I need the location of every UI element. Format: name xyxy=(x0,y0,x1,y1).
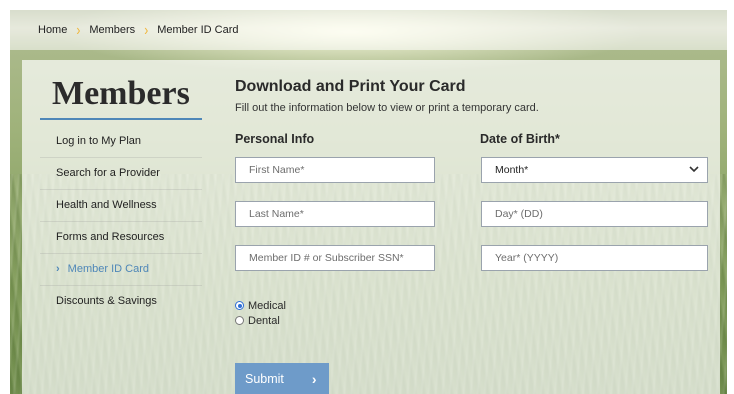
last-name-input[interactable] xyxy=(249,208,434,220)
sidebar-item-search-provider[interactable]: Search for a Provider xyxy=(40,158,202,190)
medical-radio[interactable] xyxy=(235,301,244,310)
dental-label: Dental xyxy=(248,314,280,327)
sidebar-item-log-in[interactable]: Log in to My Plan xyxy=(40,126,202,158)
member-id-input[interactable] xyxy=(249,252,434,264)
dental-option[interactable]: Dental xyxy=(235,313,286,328)
coverage-radio-group: Medical Dental xyxy=(235,298,286,328)
submit-button[interactable]: Submit › xyxy=(235,363,329,394)
chevron-right-icon: › xyxy=(56,263,60,275)
chevron-down-icon xyxy=(689,164,699,176)
chevron-right-icon: › xyxy=(76,20,81,40)
day-field[interactable] xyxy=(481,201,708,227)
page-title: Download and Print Your Card xyxy=(235,78,466,95)
content-panel: Members Log in to My Plan Search for a P… xyxy=(22,60,720,394)
last-name-field[interactable] xyxy=(235,201,435,227)
breadcrumb-members-link[interactable]: Members xyxy=(89,24,135,36)
main-content: Download and Print Your Card Fill out th… xyxy=(235,78,715,114)
sidebar-item-label: Search for a Provider xyxy=(56,167,160,179)
chevron-right-icon: › xyxy=(144,20,149,40)
page-frame: Home › Members › Member ID Card Members … xyxy=(10,10,727,394)
month-select-value: Month* xyxy=(495,164,529,176)
sidebar-item-health-wellness[interactable]: Health and Wellness xyxy=(40,190,202,222)
sidebar-item-discounts-savings[interactable]: Discounts & Savings xyxy=(40,286,202,317)
first-name-input[interactable] xyxy=(249,164,434,176)
medical-label: Medical xyxy=(248,299,286,312)
chevron-right-icon: › xyxy=(311,370,317,387)
dental-radio[interactable] xyxy=(235,316,244,325)
sidebar-title-underline xyxy=(40,118,202,120)
breadcrumb: Home › Members › Member ID Card xyxy=(10,10,727,50)
sidebar-item-label: Forms and Resources xyxy=(56,231,165,243)
submit-label: Submit xyxy=(245,371,284,386)
medical-option[interactable]: Medical xyxy=(235,298,286,313)
sidebar: Members Log in to My Plan Search for a P… xyxy=(40,74,214,317)
sidebar-item-label: Discounts & Savings xyxy=(56,295,157,307)
first-name-field[interactable] xyxy=(235,157,435,183)
day-input[interactable] xyxy=(495,208,707,220)
personal-info-label: Personal Info xyxy=(235,132,315,146)
page-description: Fill out the information below to view o… xyxy=(235,102,539,114)
date-of-birth-label: Date of Birth* xyxy=(480,132,560,146)
year-field[interactable] xyxy=(481,245,708,271)
year-input[interactable] xyxy=(495,252,707,264)
sidebar-item-label: Health and Wellness xyxy=(56,199,157,211)
month-select[interactable]: Month* xyxy=(481,157,708,183)
sidebar-item-member-id-card[interactable]: › Member ID Card xyxy=(40,254,202,286)
member-id-field[interactable] xyxy=(235,245,435,271)
breadcrumb-home-link[interactable]: Home xyxy=(38,24,67,36)
sidebar-item-forms-resources[interactable]: Forms and Resources xyxy=(40,222,202,254)
breadcrumb-current-page: Member ID Card xyxy=(157,24,239,36)
sidebar-item-label: Log in to My Plan xyxy=(56,135,141,147)
sidebar-item-label: Member ID Card xyxy=(67,263,149,275)
sidebar-title: Members xyxy=(52,75,190,112)
